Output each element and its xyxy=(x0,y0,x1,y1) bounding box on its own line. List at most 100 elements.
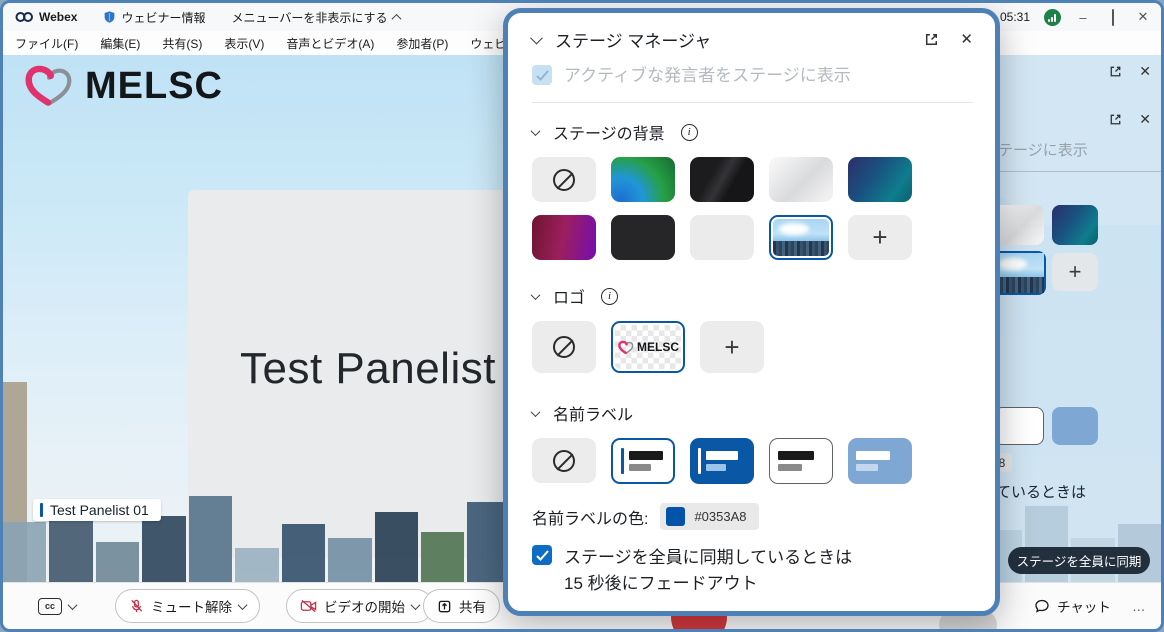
webex-logo-icon xyxy=(15,11,34,23)
panel-close-icon[interactable]: ✕ xyxy=(1139,111,1151,128)
add-background-button[interactable]: + xyxy=(1052,253,1098,291)
background-options-row1 xyxy=(532,157,973,202)
start-video-label: ビデオの開始 xyxy=(324,596,405,616)
bg-option-cityscape-selected[interactable] xyxy=(769,215,833,260)
popout-icon[interactable] xyxy=(1108,112,1123,127)
checkbox-checked-disabled-icon xyxy=(532,65,552,85)
section-chevron-icon[interactable] xyxy=(531,290,541,300)
webinar-info-button[interactable]: ウェビナー情報 xyxy=(103,9,205,26)
logo-section-header: ロゴ i xyxy=(532,284,973,308)
webinar-info-label: ウェビナー情報 xyxy=(121,9,205,26)
menu-participants[interactable]: 参加者(P) xyxy=(396,35,448,52)
name-label-option-white-selected[interactable] xyxy=(611,438,675,484)
bg-option-greenblue[interactable] xyxy=(611,157,675,202)
name-label-option-blue[interactable] xyxy=(690,438,754,484)
stage-brand-text: MELSC xyxy=(85,65,223,108)
chat-bubble-icon xyxy=(1034,598,1050,614)
maximize-button[interactable] xyxy=(1105,10,1121,25)
bg-option-maroon[interactable] xyxy=(532,215,596,260)
name-label-option-lightblue[interactable] xyxy=(1052,407,1098,445)
info-icon[interactable]: i xyxy=(681,124,698,141)
popout-icon[interactable] xyxy=(923,31,940,48)
unmute-button[interactable]: ミュート解除 xyxy=(115,589,260,623)
maximize-icon xyxy=(1112,9,1114,26)
logo-thumb-text: MELSC xyxy=(637,340,679,354)
add-background-button[interactable]: + xyxy=(848,215,912,260)
menu-view[interactable]: 表示(V) xyxy=(224,35,264,52)
bg-option-whitegray[interactable] xyxy=(994,205,1044,245)
menu-file[interactable]: ファイル(F) xyxy=(15,35,78,52)
checkbox-checked-icon xyxy=(532,545,552,565)
name-label-option-lightblue[interactable] xyxy=(848,438,912,484)
dialog-close-icon[interactable]: ✕ xyxy=(960,30,973,48)
color-swatch xyxy=(666,507,685,526)
connection-quality-icon[interactable] xyxy=(1044,9,1061,26)
active-speaker-checkbox-row[interactable]: アクティブな発言者をステージに表示 xyxy=(532,65,973,87)
divider xyxy=(532,102,973,103)
cityscape-thumbnail xyxy=(996,255,1042,291)
color-picker-button[interactable]: #0353A8 xyxy=(660,503,758,530)
share-button[interactable]: 共有 xyxy=(423,589,500,623)
melsc-heart-icon xyxy=(21,63,77,109)
bg-option-none[interactable] xyxy=(532,157,596,202)
captions-button[interactable]: cc xyxy=(25,589,89,623)
unmute-label: ミュート解除 xyxy=(151,596,232,616)
dialog-title: ステージ マネージャ xyxy=(555,27,711,52)
popout-icon[interactable] xyxy=(1108,64,1123,79)
section-chevron-icon[interactable] xyxy=(531,407,541,417)
logo-option-melsc-selected[interactable]: MELSC xyxy=(611,321,685,373)
dialog-header: ステージ マネージャ ✕ xyxy=(532,23,973,55)
logo-option-none[interactable] xyxy=(532,321,596,373)
share-label: 共有 xyxy=(459,596,486,616)
bg-option-whitegray[interactable] xyxy=(769,157,833,202)
name-label-option-outline[interactable] xyxy=(994,407,1044,445)
name-label-option-none[interactable] xyxy=(532,438,596,483)
name-label-section-header: 名前ラベル xyxy=(532,401,973,425)
speaker-name-label: Test Panelist 01 xyxy=(33,499,161,521)
menu-share[interactable]: 共有(S) xyxy=(162,35,202,52)
bg-option-light[interactable] xyxy=(690,215,754,260)
name-label-accent-bar xyxy=(40,503,43,517)
sync-fadeout-checkbox-row[interactable]: ステージを全員に同期しているときは xyxy=(532,545,973,571)
closed-captions-icon: cc xyxy=(38,598,62,615)
panel-close-icon[interactable]: ✕ xyxy=(1139,63,1151,80)
sync-stage-button[interactable]: ステージを全員に同期 xyxy=(1008,547,1150,574)
collapse-chevron-icon[interactable] xyxy=(530,31,543,44)
melsc-heart-icon xyxy=(617,340,635,355)
bg-option-navyteal[interactable] xyxy=(848,157,912,202)
menu-audio-video[interactable]: 音声とビデオ(A) xyxy=(286,35,374,52)
minimize-button[interactable]: – xyxy=(1075,10,1091,25)
panel-partial-text-bottom: ているときは xyxy=(996,481,1086,502)
name-label-options-row xyxy=(532,438,973,484)
prohibition-icon xyxy=(553,169,575,191)
shield-icon xyxy=(103,10,116,24)
panel-header-icons-bottom: ✕ xyxy=(1108,111,1151,128)
section-chevron-icon[interactable] xyxy=(531,126,541,136)
window-close-button[interactable]: ✕ xyxy=(1135,9,1151,25)
hide-menubar-label: メニューバーを非表示にする xyxy=(231,9,387,26)
bg-option-navyteal[interactable] xyxy=(1052,205,1098,245)
chevron-down-icon xyxy=(411,600,421,610)
bg-option-dark[interactable] xyxy=(611,215,675,260)
chevron-down-icon xyxy=(238,600,248,610)
chevron-down-icon xyxy=(68,600,78,610)
background-section-title: ステージの背景 xyxy=(553,120,665,144)
menu-edit[interactable]: 編集(E) xyxy=(100,35,140,52)
start-video-button[interactable]: ビデオの開始 xyxy=(286,589,433,623)
cityscape-thumbnail xyxy=(773,219,829,256)
label-accent-bar xyxy=(698,448,701,474)
name-label-option-outline[interactable] xyxy=(769,438,833,484)
chat-button[interactable]: チャット xyxy=(1021,589,1124,623)
info-icon[interactable]: i xyxy=(601,288,618,305)
sync-fadeout-label-line1: ステージを全員に同期しているときは xyxy=(564,545,852,571)
prohibition-icon xyxy=(553,336,575,358)
bg-option-blackwave[interactable] xyxy=(690,157,754,202)
app-window: Webex ウェビナー情報 メニューバーを非表示にする 05:31 – ✕ ファ… xyxy=(0,0,1164,632)
chat-label: チャット xyxy=(1057,596,1111,616)
add-logo-button[interactable]: + xyxy=(700,321,764,373)
hide-menubar-button[interactable]: メニューバーを非表示にする xyxy=(231,9,399,26)
panel-divider xyxy=(996,171,1161,172)
more-options-button[interactable]: … xyxy=(1119,589,1159,623)
bg-option-cityscape-selected[interactable] xyxy=(992,251,1046,295)
app-title: Webex xyxy=(39,10,77,24)
